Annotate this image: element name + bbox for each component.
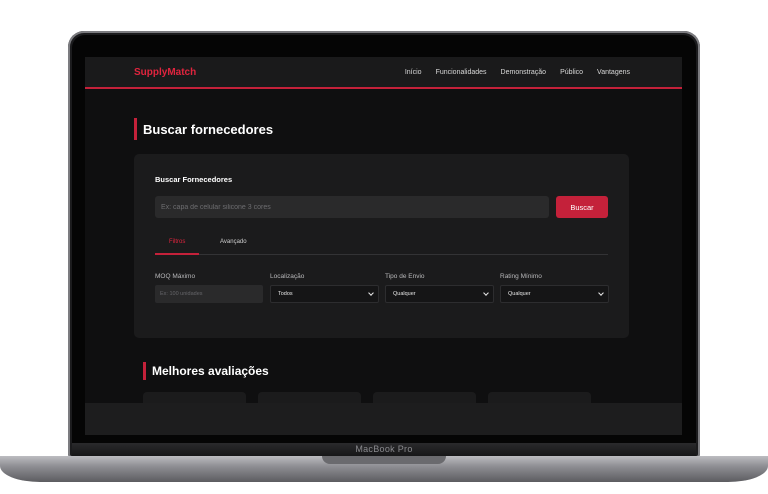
location-select-value: Todos [278,291,293,297]
rating-select[interactable]: Qualquer [500,285,609,303]
nav-link-inicio[interactable]: Início [405,69,422,76]
tab-filtros[interactable]: Filtros [169,239,185,245]
search-card: Buscar Fornecedores Buscar Filtros Avanç… [134,154,629,338]
brand-logo[interactable]: SupplyMatch [134,67,196,78]
page-title: Buscar fornecedores [143,121,274,137]
navbar: SupplyMatch Início Funcionalidades Demon… [85,57,682,89]
chevron-down-icon [598,290,604,296]
search-input[interactable] [155,196,549,218]
shipping-label: Tipo de Envio [385,273,425,280]
card-title: Buscar Fornecedores [155,175,233,184]
filter-tabs: Filtros Avançado [155,236,608,255]
location-label: Localização [270,273,305,280]
chevron-down-icon [483,290,489,296]
screen-bottom-overlay [85,403,682,435]
rating-select-value: Qualquer [508,291,531,297]
chevron-down-icon [368,290,374,296]
title-accent-bar [134,118,137,140]
search-button[interactable]: Buscar [556,196,608,218]
reviews-title: Melhores avaliações [152,364,269,378]
shipping-select-value: Qualquer [393,291,416,297]
search-section-heading: Buscar fornecedores [134,118,273,140]
moq-label: MOQ Máximo [155,273,196,280]
shipping-select[interactable]: Qualquer [385,285,494,303]
nav-links: Início Funcionalidades Demonstração Públ… [405,69,630,76]
active-tab-indicator [155,253,199,255]
title-accent-bar [143,362,146,380]
nav-link-publico[interactable]: Público [560,69,583,76]
rating-label: Rating Mínimo [500,273,542,280]
reviews-section-heading: Melhores avaliações [143,362,269,380]
moq-input[interactable] [155,285,263,303]
nav-link-funcionalidades[interactable]: Funcionalidades [436,69,487,76]
device-label: MacBook Pro [355,444,413,454]
nav-link-demonstracao[interactable]: Demonstração [501,69,547,76]
nav-link-vantagens[interactable]: Vantagens [597,69,630,76]
location-select[interactable]: Todos [270,285,379,303]
app-screen: SupplyMatch Início Funcionalidades Demon… [85,57,682,435]
tab-avancado[interactable]: Avançado [220,239,247,245]
laptop-notch [322,456,446,464]
